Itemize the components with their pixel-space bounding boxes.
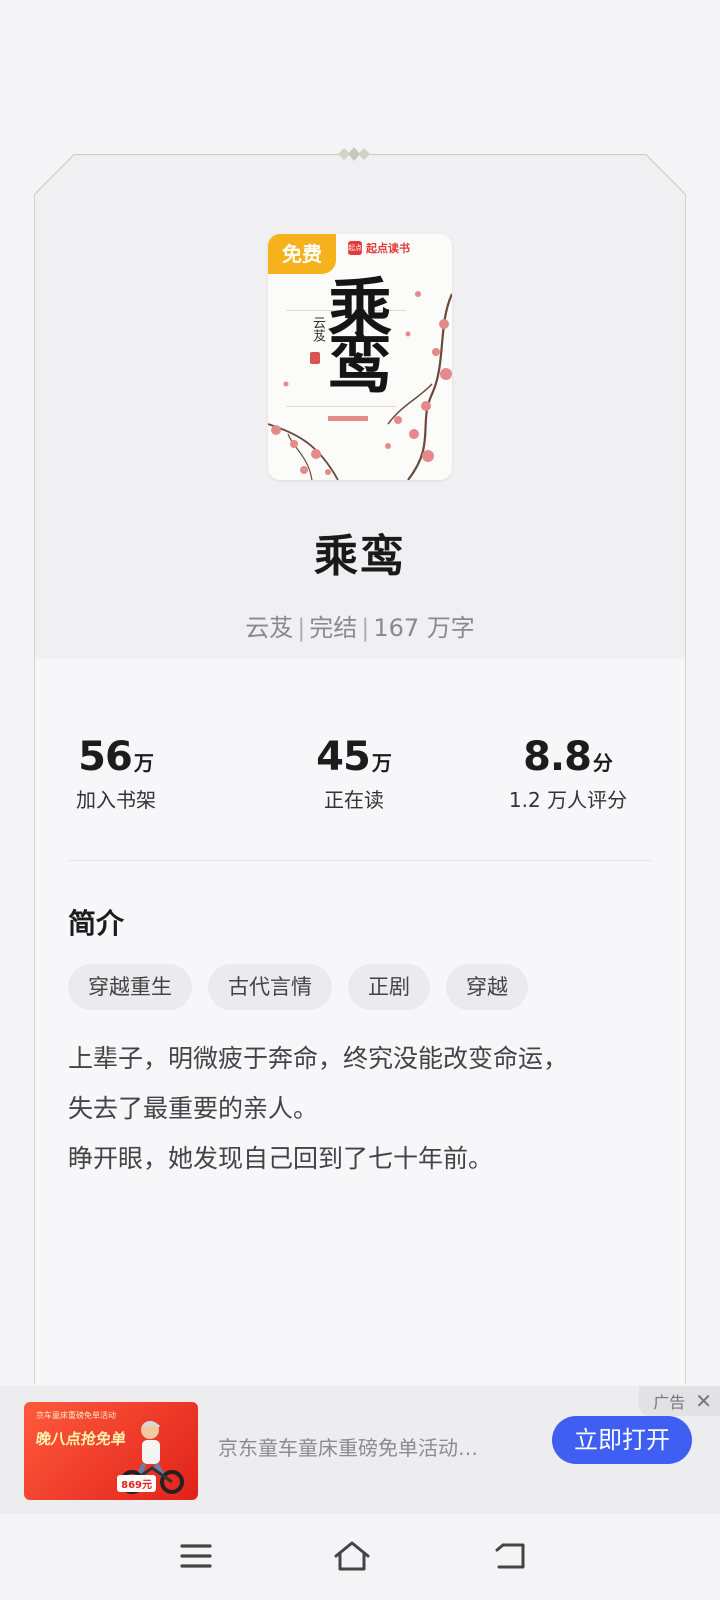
ad-banner[interactable]: 广告 ✕ 京车童床重磅免单活动 晚八点抢免单 869元 京东童车童床重磅免单活动… [0, 1386, 720, 1514]
home-icon[interactable] [330, 1536, 374, 1576]
menu-icon[interactable] [174, 1536, 218, 1576]
cover-red-bar [328, 416, 368, 421]
publisher-mark: 起点 起点读书 [348, 240, 410, 256]
intro-text[interactable]: 上辈子，明微疲于奔命，终究没能改变命运， 失去了最重要的亲人。 睁开眼，她发现自… [68, 1034, 658, 1184]
cover-calligraphy-title: 乘鸾 [317, 274, 392, 386]
divider [68, 860, 652, 861]
ad-label-box: 广告 ✕ [639, 1386, 720, 1416]
tag-chip[interactable]: 穿越重生 [68, 964, 192, 1010]
tag-chip[interactable]: 正剧 [348, 964, 430, 1010]
stat-value: 8.8 [523, 734, 592, 780]
ad-label: 广告 [653, 1393, 686, 1412]
decorative-diamonds-icon [338, 147, 370, 161]
back-icon[interactable] [488, 1536, 532, 1576]
ad-text[interactable]: 京东童车童床重磅免单活动… [218, 1432, 508, 1461]
stat-label: 加入书架 [76, 788, 156, 812]
publisher-logo-icon: 起点 [348, 241, 362, 255]
intro-line: 失去了最重要的亲人。 [68, 1094, 319, 1123]
stat-unit: 分 [592, 751, 613, 775]
stat-reading: 45 万 正在读 [254, 734, 454, 813]
stat-value: 56 [78, 734, 133, 780]
stat-unit: 万 [133, 751, 154, 775]
cover-line [286, 406, 396, 407]
close-icon[interactable]: ✕ [695, 1391, 712, 1411]
ad-image-caption: 京车童床重磅免单活动 [36, 1411, 116, 1420]
stat-value: 45 [316, 734, 371, 780]
book-meta: 云芨 | 完结 | 167 万字 [0, 608, 720, 643]
tag-chip[interactable]: 古代言情 [208, 964, 332, 1010]
system-nav-bar [0, 1514, 720, 1600]
intro-line: 睁开眼，她发现自己回到了七十年前。 [68, 1144, 494, 1173]
stat-bookshelf: 56 万 加入书架 [16, 734, 216, 813]
tag-list: 穿越重生 古代言情 正剧 穿越 [68, 964, 528, 1010]
ad-image[interactable]: 京车童床重磅免单活动 晚八点抢免单 869元 [24, 1402, 198, 1500]
stat-rating[interactable]: 8.8 分 1.2 万人评分 [468, 734, 668, 813]
tag-chip[interactable]: 穿越 [446, 964, 528, 1010]
intro-line: 上辈子，明微疲于奔命，终究没能改变命运， [68, 1044, 569, 1073]
book-word-count: 167 万字 [373, 614, 475, 642]
ad-image-price: 869元 [117, 1475, 156, 1492]
book-author[interactable]: 云芨 [245, 614, 293, 642]
stat-label: 正在读 [324, 788, 384, 812]
open-now-button[interactable]: 立即打开 [552, 1416, 692, 1464]
stat-label: 1.2 万人评分 [508, 788, 628, 812]
book-cover[interactable]: 免费 起点 起点读书 云芨 乘鸾 [268, 234, 452, 480]
intro-heading: 简介 [68, 907, 125, 940]
ad-image-title: 晚八点抢免单 [34, 1430, 128, 1448]
publisher-name: 起点读书 [366, 242, 410, 255]
meta-separator: | [361, 614, 370, 642]
book-title: 乘鸾 [314, 531, 406, 582]
meta-separator: | [297, 614, 306, 642]
stat-unit: 万 [371, 751, 392, 775]
book-status: 完结 [309, 614, 358, 642]
free-badge: 免费 [268, 234, 336, 274]
